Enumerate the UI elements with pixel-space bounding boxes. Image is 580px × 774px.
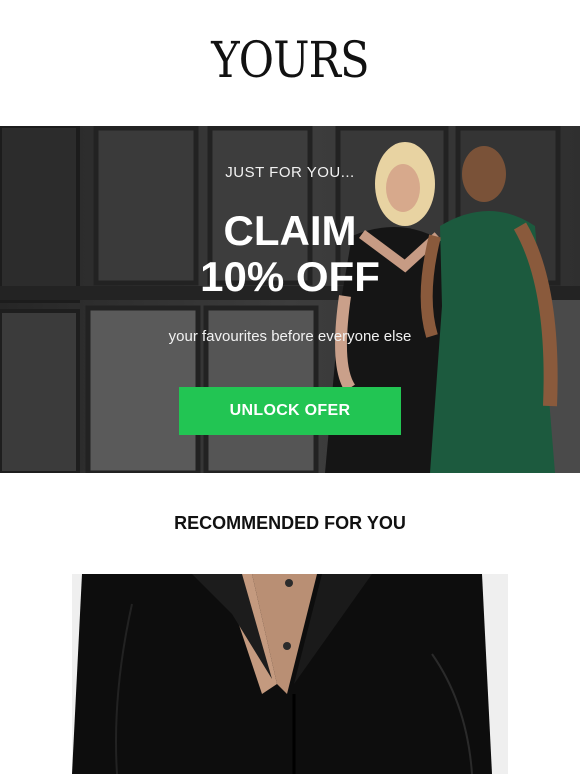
brand-logo[interactable]: YOURS — [41, 34, 540, 86]
hero-overlay: JUST FOR YOU... CLAIM 10% OFF your favou… — [0, 126, 580, 473]
product-photo-black-shirt — [72, 574, 508, 774]
recommended-title: RECOMMENDED FOR YOU — [174, 513, 406, 533]
hero-subline: your favourites before everyone else — [168, 328, 412, 345]
headline-line-1: CLAIM — [223, 207, 357, 254]
hero-banner[interactable]: JUST FOR YOU... CLAIM 10% OFF your favou… — [0, 126, 580, 473]
hero-eyebrow: JUST FOR YOU... — [225, 164, 355, 181]
headline-line-2: 10% OFF — [200, 253, 380, 300]
hero-headline: CLAIM 10% OFF — [0, 208, 580, 300]
product-image[interactable] — [72, 574, 508, 774]
email-header: YOURS — [0, 0, 580, 126]
unlock-offer-button[interactable]: UNLOCK OFER — [179, 387, 401, 435]
